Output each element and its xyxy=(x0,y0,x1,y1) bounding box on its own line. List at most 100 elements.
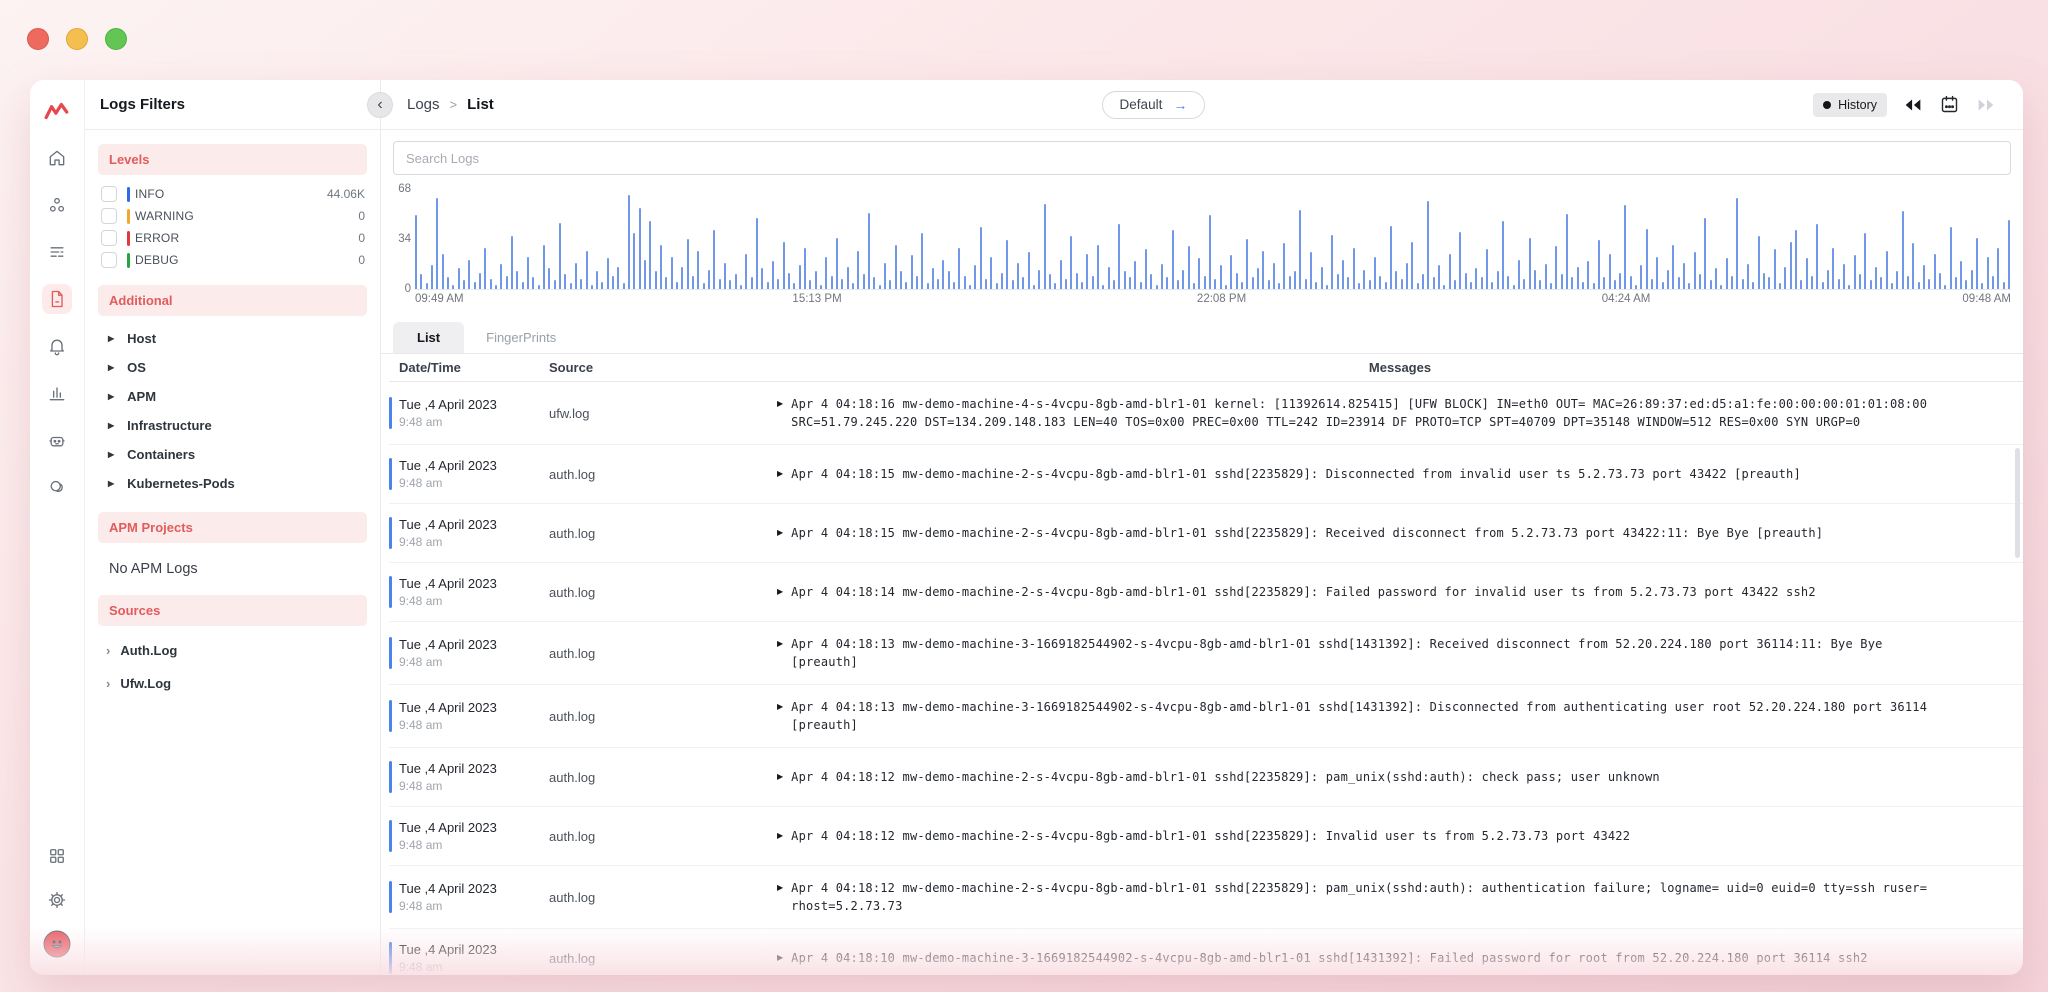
additional-filter-host[interactable]: ▶Host xyxy=(85,324,380,353)
sources-section-header: Sources xyxy=(98,595,367,626)
level-filter-row[interactable]: INFO44.06K xyxy=(85,183,380,205)
log-source: auth.log xyxy=(549,890,777,905)
history-dot-icon xyxy=(1823,101,1831,109)
level-filter-row[interactable]: WARNING 0 xyxy=(85,205,380,227)
caret-right-icon: ▶ xyxy=(108,334,114,343)
log-source: auth.log xyxy=(549,467,777,482)
apm-empty-text: No APM Logs xyxy=(85,551,380,581)
expand-caret-icon[interactable]: ▶ xyxy=(777,698,783,716)
close-window-button[interactable] xyxy=(27,28,49,50)
expand-caret-icon[interactable]: ▶ xyxy=(777,768,783,786)
logs-icon[interactable] xyxy=(42,284,72,314)
additional-filter-kubernetes-pods[interactable]: ▶Kubernetes-Pods xyxy=(85,469,380,498)
caret-right-icon: ▶ xyxy=(108,363,114,372)
tab-fingerprints[interactable]: FingerPrints xyxy=(470,322,572,353)
search-input[interactable] xyxy=(393,141,2011,175)
log-message: Apr 4 04:18:10 mw-demo-machine-3-1669182… xyxy=(791,949,1868,967)
level-checkbox[interactable] xyxy=(101,186,117,202)
log-date: Tue ,4 April 2023 xyxy=(399,700,549,715)
maximize-window-button[interactable] xyxy=(105,28,127,50)
log-message: Apr 4 04:18:15 mw-demo-machine-2-s-4vcpu… xyxy=(791,465,1801,483)
log-accent-bar xyxy=(389,942,392,974)
log-source: auth.log xyxy=(549,646,777,661)
log-row[interactable]: Tue ,4 April 20239:48 amauth.log▶Apr 4 0… xyxy=(389,807,2023,866)
user-avatar[interactable] xyxy=(42,929,72,959)
level-count: 0 xyxy=(358,209,365,223)
log-accent-bar xyxy=(389,700,392,732)
tab-list[interactable]: List xyxy=(393,322,464,353)
source-filter-label: Ufw.Log xyxy=(120,676,171,691)
assistant-bot-icon[interactable] xyxy=(42,425,72,455)
log-row[interactable]: Tue ,4 April 20239:48 amauth.log▶Apr 4 0… xyxy=(389,563,2023,622)
log-message: Apr 4 04:18:12 mw-demo-machine-2-s-4vcpu… xyxy=(791,827,1630,845)
source-filter-ufw-log[interactable]: ›Ufw.Log xyxy=(85,667,380,700)
fast-forward-button[interactable] xyxy=(1975,96,1997,114)
history-label: History xyxy=(1838,98,1877,112)
dashboards-chart-icon[interactable] xyxy=(42,378,72,408)
additional-filter-label: OS xyxy=(127,360,146,375)
settings-gear-icon[interactable] xyxy=(42,885,72,915)
additional-filter-list: ▶Host▶OS▶APM▶Infrastructure▶Containers▶K… xyxy=(85,324,380,498)
source-filter-auth-log[interactable]: ›Auth.Log xyxy=(85,634,380,667)
collapse-panel-button[interactable]: ‹ xyxy=(367,92,393,118)
calendar-button[interactable] xyxy=(1939,94,1960,115)
log-time: 9:48 am xyxy=(399,899,549,913)
additional-filter-label: Kubernetes-Pods xyxy=(127,476,235,491)
home-icon[interactable] xyxy=(42,143,72,173)
log-row[interactable]: Tue ,4 April 20239:48 amauth.log▶Apr 4 0… xyxy=(389,685,2023,748)
levels-filter-list: INFO44.06K WARNING 0 ERROR0DEBUG0 xyxy=(85,183,380,271)
column-header-messages: Messages xyxy=(1369,360,1431,375)
level-filter-row[interactable]: ERROR0 xyxy=(85,227,380,249)
apm-projects-section-header: APM Projects xyxy=(98,512,367,543)
theme-toggle-icon[interactable] xyxy=(42,472,72,502)
level-checkbox[interactable] xyxy=(101,252,117,268)
log-row[interactable]: Tue ,4 April 20239:48 amauth.log▶Apr 4 0… xyxy=(389,866,2023,929)
expand-caret-icon[interactable]: ▶ xyxy=(777,635,783,653)
y-axis-tick: 34 xyxy=(393,233,411,245)
caret-right-icon: ▶ xyxy=(108,450,114,459)
level-checkbox[interactable] xyxy=(101,208,117,224)
minimize-window-button[interactable] xyxy=(66,28,88,50)
breadcrumb-section[interactable]: Logs xyxy=(407,96,440,113)
log-time: 9:48 am xyxy=(399,535,549,549)
log-row[interactable]: Tue ,4 April 20239:48 amauth.log▶Apr 4 0… xyxy=(389,748,2023,807)
log-date: Tue ,4 April 2023 xyxy=(399,761,549,776)
alerts-bell-icon[interactable] xyxy=(42,331,72,361)
expand-caret-icon[interactable]: ▶ xyxy=(777,583,783,601)
log-row[interactable]: Tue ,4 April 20239:48 amauth.log▶Apr 4 0… xyxy=(389,445,2023,504)
rewind-button[interactable] xyxy=(1902,96,1924,114)
level-label: WARNING xyxy=(135,209,194,223)
level-checkbox[interactable] xyxy=(101,230,117,246)
chevron-right-icon: › xyxy=(106,644,110,657)
expand-caret-icon[interactable]: ▶ xyxy=(777,395,783,413)
log-row[interactable]: Tue ,4 April 20239:48 amauth.log▶Apr 4 0… xyxy=(389,504,2023,563)
expand-caret-icon[interactable]: ▶ xyxy=(777,879,783,897)
level-filter-row[interactable]: DEBUG0 xyxy=(85,249,380,271)
expand-caret-icon[interactable]: ▶ xyxy=(777,949,783,967)
log-row[interactable]: Tue ,4 April 20239:48 amauth.log▶Apr 4 0… xyxy=(389,929,2023,975)
expand-caret-icon[interactable]: ▶ xyxy=(777,827,783,845)
default-view-label: Default xyxy=(1120,97,1163,112)
app-logo-icon[interactable] xyxy=(42,96,72,126)
log-message: Apr 4 04:18:13 mw-demo-machine-3-1669182… xyxy=(791,635,1956,671)
expand-caret-icon[interactable]: ▶ xyxy=(777,524,783,542)
log-row[interactable]: Tue ,4 April 20239:48 amufw.log▶Apr 4 04… xyxy=(389,382,2023,445)
additional-filter-os[interactable]: ▶ OS xyxy=(85,353,380,382)
log-message: Apr 4 04:18:12 mw-demo-machine-2-s-4vcpu… xyxy=(791,879,1956,915)
default-view-button[interactable]: Default → xyxy=(1102,91,1206,119)
traces-icon[interactable] xyxy=(42,237,72,267)
additional-filter-infrastructure[interactable]: ▶Infrastructure xyxy=(85,411,380,440)
services-icon[interactable] xyxy=(42,190,72,220)
log-message: Apr 4 04:18:15 mw-demo-machine-2-s-4vcpu… xyxy=(791,524,1823,542)
logs-filters-panel: Logs Filters ‹ Levels INFO44.06KWARNING0… xyxy=(85,80,381,975)
additional-filter-containers[interactable]: ▶Containers xyxy=(85,440,380,469)
y-axis-tick: 0 xyxy=(393,283,411,295)
log-date: Tue ,4 April 2023 xyxy=(399,637,549,652)
history-badge[interactable]: History xyxy=(1813,93,1887,117)
apps-grid-icon[interactable] xyxy=(42,841,72,871)
expand-caret-icon[interactable]: ▶ xyxy=(777,465,783,483)
log-row[interactable]: Tue ,4 April 20239:48 amauth.log▶Apr 4 0… xyxy=(389,622,2023,685)
table-scrollbar[interactable] xyxy=(2015,448,2020,558)
additional-filter-apm[interactable]: ▶APM xyxy=(85,382,380,411)
x-axis-tick: 04:24 AM xyxy=(1602,293,1651,305)
